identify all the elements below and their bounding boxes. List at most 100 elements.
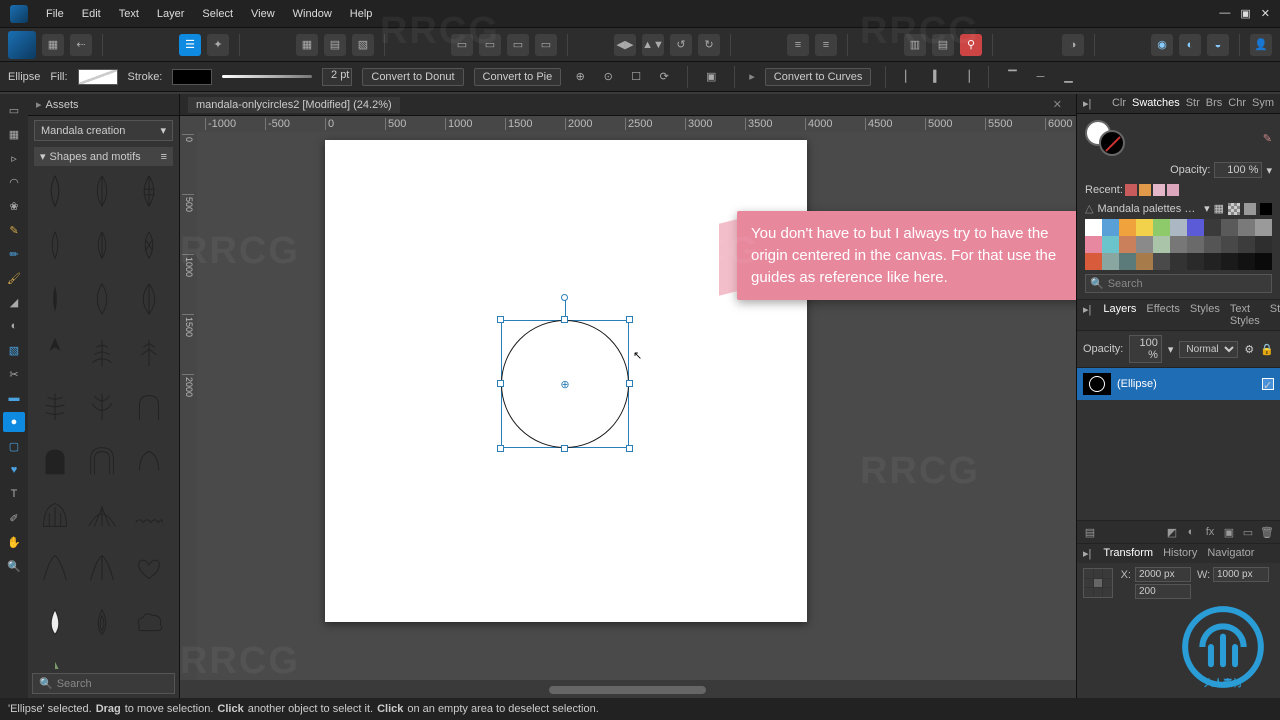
order-down-icon[interactable]: ▭ bbox=[479, 34, 501, 56]
menu-view[interactable]: View bbox=[251, 8, 275, 20]
fx-icon[interactable]: fx bbox=[1203, 525, 1217, 539]
align-m-icon[interactable]: ─ bbox=[1031, 68, 1049, 86]
tab-textstyles[interactable]: Text Styles bbox=[1230, 303, 1260, 327]
text-tool[interactable]: T bbox=[3, 484, 25, 504]
maximize-icon[interactable]: ▣ bbox=[1240, 7, 1250, 20]
transparency-tool[interactable]: ◐ bbox=[3, 316, 25, 336]
menu-file[interactable]: File bbox=[46, 8, 64, 20]
distribute-h-icon[interactable]: ▥ bbox=[904, 34, 926, 56]
palette-swatch[interactable] bbox=[1102, 253, 1119, 270]
palette-swatch[interactable] bbox=[1170, 253, 1187, 270]
menu-window[interactable]: Window bbox=[293, 8, 332, 20]
y-input[interactable] bbox=[1135, 584, 1191, 599]
magnet-icon[interactable]: ⚲ bbox=[960, 34, 982, 56]
rotation-handle[interactable] bbox=[561, 294, 568, 301]
asset-petal-1[interactable] bbox=[36, 280, 74, 318]
tab-stock[interactable]: Stock bbox=[1270, 303, 1280, 327]
eyedropper-tool[interactable]: ✐ bbox=[3, 508, 25, 528]
palette-swatch[interactable] bbox=[1238, 253, 1255, 270]
ellipse-tool[interactable]: ● bbox=[3, 412, 25, 432]
selected-ellipse[interactable]: ⊕ bbox=[501, 320, 629, 448]
asset-petal-3[interactable] bbox=[130, 280, 168, 318]
lock-icon[interactable]: 🔒 bbox=[1260, 343, 1274, 356]
reset-box-icon[interactable]: ▣ bbox=[702, 68, 720, 86]
rotate-ccw-icon[interactable]: ↺ bbox=[670, 34, 692, 56]
handle-t[interactable] bbox=[561, 316, 568, 323]
snap-obj-icon[interactable]: ▤ bbox=[324, 34, 346, 56]
none-swatch[interactable] bbox=[1228, 203, 1240, 215]
palette-swatch[interactable] bbox=[1238, 219, 1255, 236]
asset-flower[interactable] bbox=[36, 658, 74, 669]
menu-select[interactable]: Select bbox=[202, 8, 233, 20]
palette-swatch[interactable] bbox=[1119, 253, 1136, 270]
snap-guide-icon[interactable]: ▧ bbox=[352, 34, 374, 56]
palette-swatch[interactable] bbox=[1085, 253, 1102, 270]
menu-text[interactable]: Text bbox=[119, 8, 139, 20]
asset-fern-1[interactable] bbox=[36, 388, 74, 426]
asset-leaf-5[interactable] bbox=[83, 226, 121, 264]
anchor-picker[interactable] bbox=[1083, 568, 1113, 598]
center-icon[interactable]: ⊕ bbox=[571, 68, 589, 86]
tab-styles[interactable]: Styles bbox=[1190, 303, 1220, 327]
tab-brushes[interactable]: Brs bbox=[1206, 97, 1223, 110]
move-tool[interactable]: ▭ bbox=[3, 100, 25, 120]
gray-swatch[interactable] bbox=[1244, 203, 1256, 215]
palette-swatch[interactable] bbox=[1119, 236, 1136, 253]
tab-navigator[interactable]: Navigator bbox=[1207, 547, 1254, 560]
palette-swatch[interactable] bbox=[1102, 236, 1119, 253]
recent-swatch[interactable] bbox=[1167, 184, 1179, 196]
asset-cloud[interactable] bbox=[130, 604, 168, 642]
menu-layer[interactable]: Layer bbox=[157, 8, 185, 20]
layer-item[interactable]: (Ellipse) ✓ bbox=[1077, 368, 1280, 400]
asset-fan-1[interactable] bbox=[83, 496, 121, 534]
handle-bl[interactable] bbox=[497, 445, 504, 452]
hide-sel-icon[interactable]: ☐ bbox=[627, 68, 645, 86]
assets-tab[interactable]: ▸Assets bbox=[28, 94, 179, 116]
palette-swatch[interactable] bbox=[1255, 219, 1272, 236]
asset-motif-2[interactable] bbox=[83, 334, 121, 372]
black-swatch[interactable] bbox=[1260, 203, 1272, 215]
asset-drop[interactable] bbox=[36, 604, 74, 642]
tab-color[interactable]: Clr bbox=[1112, 97, 1126, 110]
asset-petal-2[interactable] bbox=[83, 280, 121, 318]
asset-motif-1[interactable] bbox=[36, 334, 74, 372]
tab-transform[interactable]: Transform bbox=[1103, 547, 1153, 560]
align-l-icon[interactable]: ▏ bbox=[900, 68, 918, 86]
convert-curves-button[interactable]: Convert to Curves bbox=[765, 68, 872, 86]
palette-header[interactable]: △ Mandala palettes by P ▾ ▦ bbox=[1085, 200, 1272, 217]
flip-h-icon[interactable]: ◀▶ bbox=[614, 34, 636, 56]
palette-swatch[interactable] bbox=[1255, 236, 1272, 253]
palette-swatch[interactable] bbox=[1085, 219, 1102, 236]
palette-swatch[interactable] bbox=[1204, 219, 1221, 236]
palette-swatch[interactable] bbox=[1136, 253, 1153, 270]
palette-swatch[interactable] bbox=[1221, 236, 1238, 253]
rectangle-tool[interactable]: ▬ bbox=[3, 388, 25, 408]
eyedropper-icon[interactable]: ✎ bbox=[1263, 132, 1272, 145]
asset-peak-2[interactable] bbox=[83, 550, 121, 588]
chevron-down-icon[interactable]: ▾ bbox=[1266, 164, 1272, 177]
brush-tool[interactable]: 🖌 bbox=[3, 268, 25, 288]
tab-layers[interactable]: Layers bbox=[1103, 303, 1136, 327]
palette-swatch[interactable] bbox=[1170, 219, 1187, 236]
fx-icon[interactable]: ✦ bbox=[207, 34, 229, 56]
account-icon[interactable]: 👤 bbox=[1250, 34, 1272, 56]
align-r-icon[interactable]: ▕ bbox=[956, 68, 974, 86]
mask-icon[interactable]: ◩ bbox=[1165, 525, 1179, 539]
asset-arch-2[interactable] bbox=[36, 442, 74, 480]
align-center-icon[interactable]: ≡ bbox=[815, 34, 837, 56]
blend-mode-select[interactable]: Normal bbox=[1179, 341, 1238, 358]
palette-swatch[interactable] bbox=[1187, 219, 1204, 236]
asset-search-input[interactable]: 🔍Search bbox=[32, 673, 175, 694]
corner-tool[interactable]: ◠ bbox=[3, 172, 25, 192]
crop-tool[interactable]: ✂ bbox=[3, 364, 25, 384]
stroke-width-slider[interactable] bbox=[222, 75, 312, 78]
minimize-icon[interactable]: — bbox=[1219, 7, 1230, 20]
cycle-icon[interactable]: ⟳ bbox=[655, 68, 673, 86]
align-left-icon[interactable]: ≡ bbox=[787, 34, 809, 56]
palette-swatch[interactable] bbox=[1204, 236, 1221, 253]
layer-opacity-input[interactable]: 100 % bbox=[1129, 335, 1162, 363]
order-up-icon[interactable]: ▭ bbox=[507, 34, 529, 56]
order-back-icon[interactable]: ▭ bbox=[451, 34, 473, 56]
palette-swatch[interactable] bbox=[1136, 236, 1153, 253]
tab-stroke[interactable]: Str bbox=[1186, 97, 1200, 110]
